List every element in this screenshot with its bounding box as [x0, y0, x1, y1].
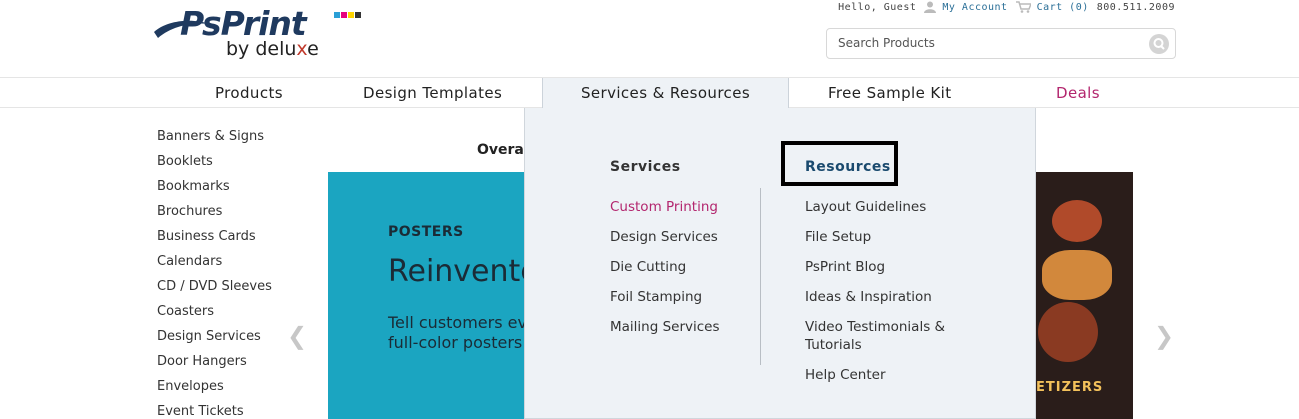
- services-link-foil-stamping[interactable]: Foil Stamping: [610, 288, 702, 306]
- services-link-die-cutting[interactable]: Die Cutting: [610, 258, 686, 276]
- services-link-custom-printing[interactable]: Custom Printing: [610, 198, 718, 216]
- sidebar-item-envelopes[interactable]: Envelopes: [157, 378, 272, 403]
- hero-photo: ETIZERS: [1034, 172, 1133, 419]
- menu-divider: [760, 188, 761, 365]
- cart-link[interactable]: Cart (0): [1037, 2, 1089, 13]
- sidebar-item-design-services[interactable]: Design Services: [157, 328, 272, 353]
- resources-link-help-center[interactable]: Help Center: [805, 366, 886, 384]
- sidebar-item-cd-dvd-sleeves[interactable]: CD / DVD Sleeves: [157, 278, 272, 303]
- search-box: [826, 28, 1176, 59]
- hero-photo-sign: ETIZERS: [1036, 380, 1104, 395]
- sidebar-item-bookmarks[interactable]: Bookmarks: [157, 178, 272, 203]
- services-heading: Services: [610, 159, 681, 175]
- sidebar-item-brochures[interactable]: Brochures: [157, 203, 272, 228]
- hero-kicker: POSTERS: [388, 224, 464, 240]
- search-icon[interactable]: [1149, 34, 1169, 58]
- chevron-right-icon[interactable]: ❯: [1154, 322, 1174, 350]
- resources-heading[interactable]: Resources: [805, 159, 891, 175]
- nav-products[interactable]: Products: [215, 78, 283, 108]
- hero-headline: Reinvente: [388, 254, 539, 289]
- services-link-design-services[interactable]: Design Services: [610, 228, 718, 246]
- greeting-text: Hello, Guest: [838, 1, 917, 13]
- nav-design-templates[interactable]: Design Templates: [363, 78, 502, 108]
- sidebar-item-banners-signs[interactable]: Banners & Signs: [157, 128, 272, 153]
- resources-link-file-setup[interactable]: File Setup: [805, 228, 871, 246]
- nav-free-sample-kit[interactable]: Free Sample Kit: [828, 78, 952, 108]
- cart-icon[interactable]: [1015, 1, 1031, 13]
- resources-link-psprint-blog[interactable]: PsPrint Blog: [805, 258, 885, 276]
- phone-number: 800.511.2009: [1096, 1, 1175, 13]
- nav-services-resources[interactable]: Services & Resources: [542, 78, 789, 108]
- main-nav: Products Design Templates Services & Res…: [0, 77, 1299, 108]
- services-resources-dropdown: Services Resources Custom Printing Desig…: [524, 108, 1036, 419]
- user-icon: [924, 1, 937, 13]
- psprint-logo[interactable]: PsPrint by deluxe: [152, 4, 362, 64]
- top-links: Hello, Guest My Account Cart (0) 800.511…: [838, 1, 1175, 13]
- nav-deals[interactable]: Deals: [1056, 78, 1100, 108]
- chevron-left-icon[interactable]: ❮: [287, 322, 307, 350]
- sidebar-item-event-tickets[interactable]: Event Tickets: [157, 403, 272, 419]
- sidebar-item-calendars[interactable]: Calendars: [157, 253, 272, 278]
- search-input[interactable]: [838, 36, 1138, 50]
- resources-link-layout-guidelines[interactable]: Layout Guidelines: [805, 198, 926, 216]
- my-account-link[interactable]: My Account: [942, 2, 1007, 13]
- sidebar-item-coasters[interactable]: Coasters: [157, 303, 272, 328]
- sidebar-item-business-cards[interactable]: Business Cards: [157, 228, 272, 253]
- product-sidebar: Banners & Signs Booklets Bookmarks Broch…: [157, 128, 272, 419]
- resources-link-video-testimonials[interactable]: Video Testimonials & Tutorials: [805, 318, 945, 354]
- logo-subtitle: by deluxe: [226, 38, 319, 60]
- sidebar-item-booklets[interactable]: Booklets: [157, 153, 272, 178]
- services-link-mailing-services[interactable]: Mailing Services: [610, 318, 720, 336]
- logo-color-blocks: [334, 12, 361, 18]
- sidebar-item-door-hangers[interactable]: Door Hangers: [157, 353, 272, 378]
- resources-link-ideas-inspiration[interactable]: Ideas & Inspiration: [805, 288, 932, 306]
